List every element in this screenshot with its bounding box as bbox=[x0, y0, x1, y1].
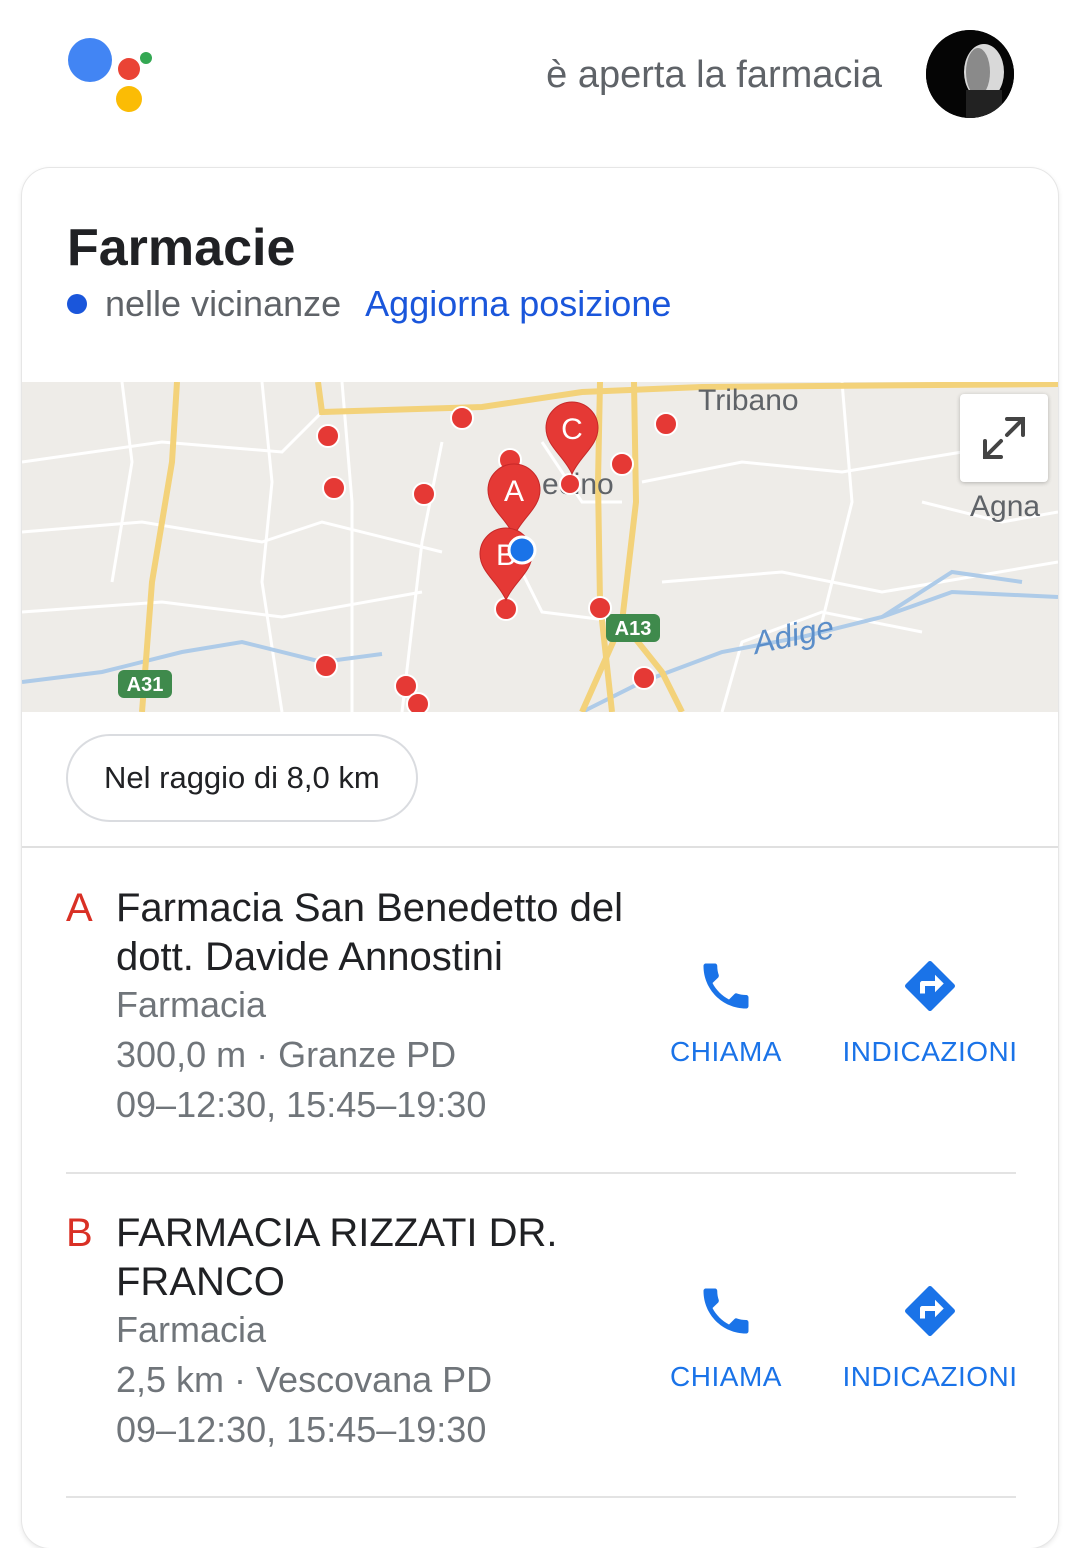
result-distance-place: 300,0 m · Granze PD bbox=[116, 1034, 457, 1075]
map-label-tribano: Tribano bbox=[698, 384, 799, 417]
expand-map-button[interactable] bbox=[960, 394, 1048, 482]
update-location-link[interactable]: Aggiorna posizione bbox=[365, 283, 671, 325]
pharmacy-dot[interactable] bbox=[314, 654, 338, 678]
pharmacy-dot[interactable] bbox=[406, 692, 430, 712]
pharmacy-dot[interactable] bbox=[588, 596, 612, 620]
directions-button[interactable]: INDICAZIONI bbox=[840, 1281, 1020, 1393]
pharmacy-dot[interactable] bbox=[632, 666, 656, 690]
highway-a13-label: A13 bbox=[615, 618, 652, 640]
pharmacy-dot[interactable] bbox=[610, 452, 634, 476]
pharmacy-dot[interactable] bbox=[412, 482, 436, 506]
divider bbox=[66, 1496, 1016, 1498]
expand-icon bbox=[983, 417, 1025, 459]
result-name[interactable]: Farmacia San Benedetto del dott. Davide … bbox=[116, 884, 656, 982]
pharmacy-dot[interactable] bbox=[450, 406, 474, 430]
directions-label: INDICAZIONI bbox=[842, 1361, 1018, 1392]
phone-icon bbox=[703, 1288, 749, 1334]
pharmacy-dot[interactable] bbox=[322, 476, 346, 500]
call-label: CHIAMA bbox=[670, 1361, 782, 1392]
result-hours: 09–12:30, 15:45–19:30 bbox=[116, 1409, 487, 1450]
pharmacy-dot[interactable] bbox=[559, 473, 581, 495]
result-category: Farmacia bbox=[116, 984, 267, 1025]
card-title: Farmacie bbox=[67, 219, 296, 277]
result-category: Farmacia bbox=[116, 1309, 267, 1350]
call-button[interactable]: CHIAMA bbox=[636, 956, 816, 1068]
pharmacy-dot[interactable] bbox=[654, 412, 678, 436]
directions-icon bbox=[905, 961, 955, 1011]
call-label: CHIAMA bbox=[670, 1036, 782, 1067]
pharmacy-dot[interactable] bbox=[316, 424, 340, 448]
pharmacies-card: Farmacie nelle vicinanze Aggiorna posizi… bbox=[22, 168, 1058, 1548]
result-item-a[interactable]: A Farmacia San Benedetto del dott. David… bbox=[22, 868, 1058, 1158]
result-letter: B bbox=[66, 1211, 93, 1255]
phone-icon bbox=[703, 963, 749, 1009]
radius-chip[interactable]: Nel raggio di 8,0 km bbox=[66, 734, 418, 822]
directions-label: INDICAZIONI bbox=[842, 1036, 1018, 1067]
result-hours: 09–12:30, 15:45–19:30 bbox=[116, 1084, 487, 1125]
query-text[interactable]: è aperta la farmacia bbox=[546, 54, 882, 97]
result-letter: A bbox=[66, 886, 93, 930]
call-button[interactable]: CHIAMA bbox=[636, 1281, 816, 1393]
avatar[interactable] bbox=[926, 30, 1014, 118]
result-name[interactable]: FARMACIA RIZZATI DR. FRANCO bbox=[116, 1209, 616, 1307]
divider bbox=[66, 1172, 1016, 1174]
result-item-b[interactable]: B FARMACIA RIZZATI DR. FRANCO Farmacia 2… bbox=[22, 1193, 1058, 1483]
location-row: nelle vicinanze Aggiorna posizione bbox=[67, 282, 671, 326]
result-distance-place: 2,5 km · Vescovana PD bbox=[116, 1359, 493, 1400]
highway-a31-label: A31 bbox=[127, 674, 164, 696]
svg-text:C: C bbox=[561, 413, 583, 446]
map-label-agna: Agna bbox=[970, 490, 1040, 523]
nearby-label: nelle vicinanze bbox=[105, 283, 342, 324]
map[interactable]: Tribano Agna Adige ecino A13 A31 bbox=[22, 382, 1058, 712]
directions-icon bbox=[905, 1286, 955, 1336]
location-dot-icon bbox=[67, 294, 87, 314]
divider bbox=[22, 846, 1058, 848]
pharmacy-dot[interactable] bbox=[494, 597, 518, 621]
google-assistant-icon[interactable] bbox=[62, 32, 162, 118]
my-location-icon bbox=[507, 535, 537, 565]
directions-button[interactable]: INDICAZIONI bbox=[840, 956, 1020, 1068]
svg-text:A: A bbox=[504, 475, 524, 508]
